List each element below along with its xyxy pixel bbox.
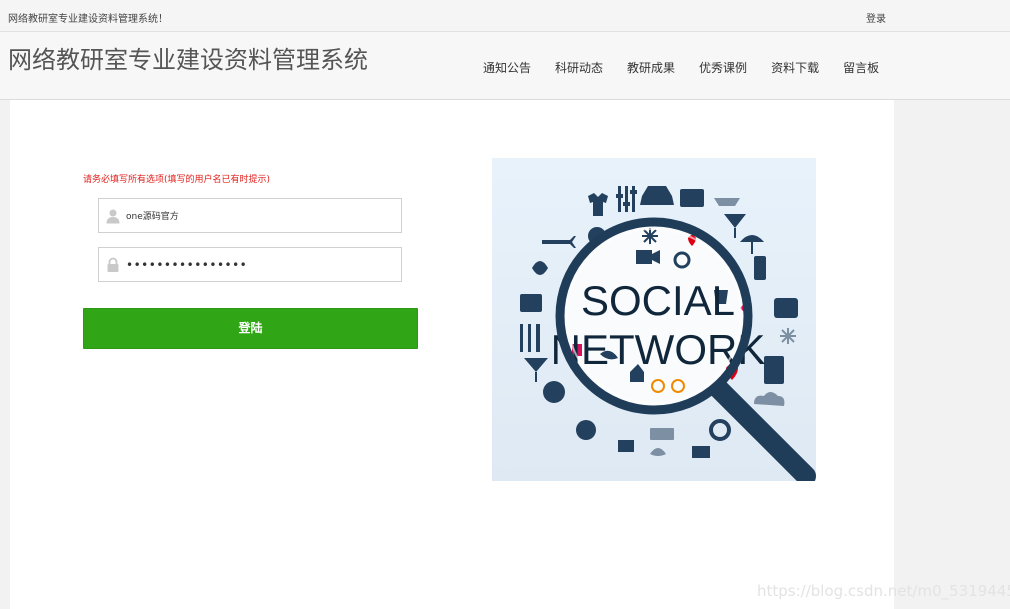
basketball-icon (576, 420, 596, 440)
sliders-icon (616, 186, 637, 212)
password-input[interactable] (126, 248, 396, 281)
nav-item-message-board[interactable]: 留言板 (843, 59, 879, 76)
truck-icon (692, 446, 710, 458)
robot-icon (774, 298, 798, 318)
cocktail-glass-icon (524, 358, 548, 382)
main-nav: 通知公告 科研动态 教研成果 优秀课例 资料下载 留言板 (483, 59, 903, 76)
password-field[interactable] (98, 247, 402, 282)
video-camera-icon (636, 250, 660, 264)
watermark-url: https://blog.csdn.net/m0_53194451 (757, 582, 1010, 600)
bar-chart-icon (618, 440, 634, 452)
briefcase-icon (680, 189, 704, 207)
cocktail-icon (724, 214, 746, 238)
banner-illustration: SOCIAL NETWORK (520, 186, 816, 486)
lock-icon (107, 257, 119, 272)
ship-icon (714, 198, 740, 206)
fork-knife-icon (520, 324, 540, 352)
username-field[interactable] (98, 198, 402, 233)
lotus-icon (650, 448, 666, 456)
car-icon (640, 186, 674, 205)
banner-line1: SOCIAL (581, 277, 735, 324)
username-input[interactable] (126, 199, 396, 232)
form-hint: 请务必填写所有选项(填写的用户名已有时提示) (83, 175, 271, 185)
leaf-icon (532, 261, 548, 275)
main-content: 请务必填写所有选项(填写的用户名已有时提示) 登陆 (10, 100, 894, 609)
top-login-link[interactable]: 登录 (866, 10, 886, 25)
nav-item-excellent-lessons[interactable]: 优秀课例 (699, 59, 747, 76)
site-title: 网络教研室专业建设资料管理系统 (8, 46, 368, 74)
cloud-icon (754, 392, 785, 406)
phone-icon (754, 256, 766, 280)
nav-item-research-news[interactable]: 科研动态 (555, 59, 603, 76)
nav-item-announcements[interactable]: 通知公告 (483, 59, 531, 76)
social-network-banner: SOCIAL NETWORK (492, 158, 816, 486)
umbrella-icon (740, 235, 764, 254)
gear-icon (709, 419, 731, 441)
login-button[interactable]: 登陆 (83, 308, 418, 349)
user-icon (106, 209, 120, 224)
snowflake-icon (780, 328, 796, 344)
tshirt-icon (588, 193, 608, 216)
tv-icon (520, 294, 542, 312)
speaker-icon (764, 356, 784, 384)
globe-icon (543, 381, 565, 403)
top-bar: 网络教研室专业建设资料管理系统！ 登录 (0, 0, 1010, 32)
keyboard-icon (650, 428, 674, 440)
nav-item-downloads[interactable]: 资料下载 (771, 59, 819, 76)
welcome-text: 网络教研室专业建设资料管理系统！ (8, 14, 168, 25)
site-header: 网络教研室专业建设资料管理系统 通知公告 科研动态 教研成果 优秀课例 资料下载… (0, 32, 1010, 100)
plane-icon (542, 236, 576, 248)
nav-item-teaching-results[interactable]: 教研成果 (627, 59, 675, 76)
